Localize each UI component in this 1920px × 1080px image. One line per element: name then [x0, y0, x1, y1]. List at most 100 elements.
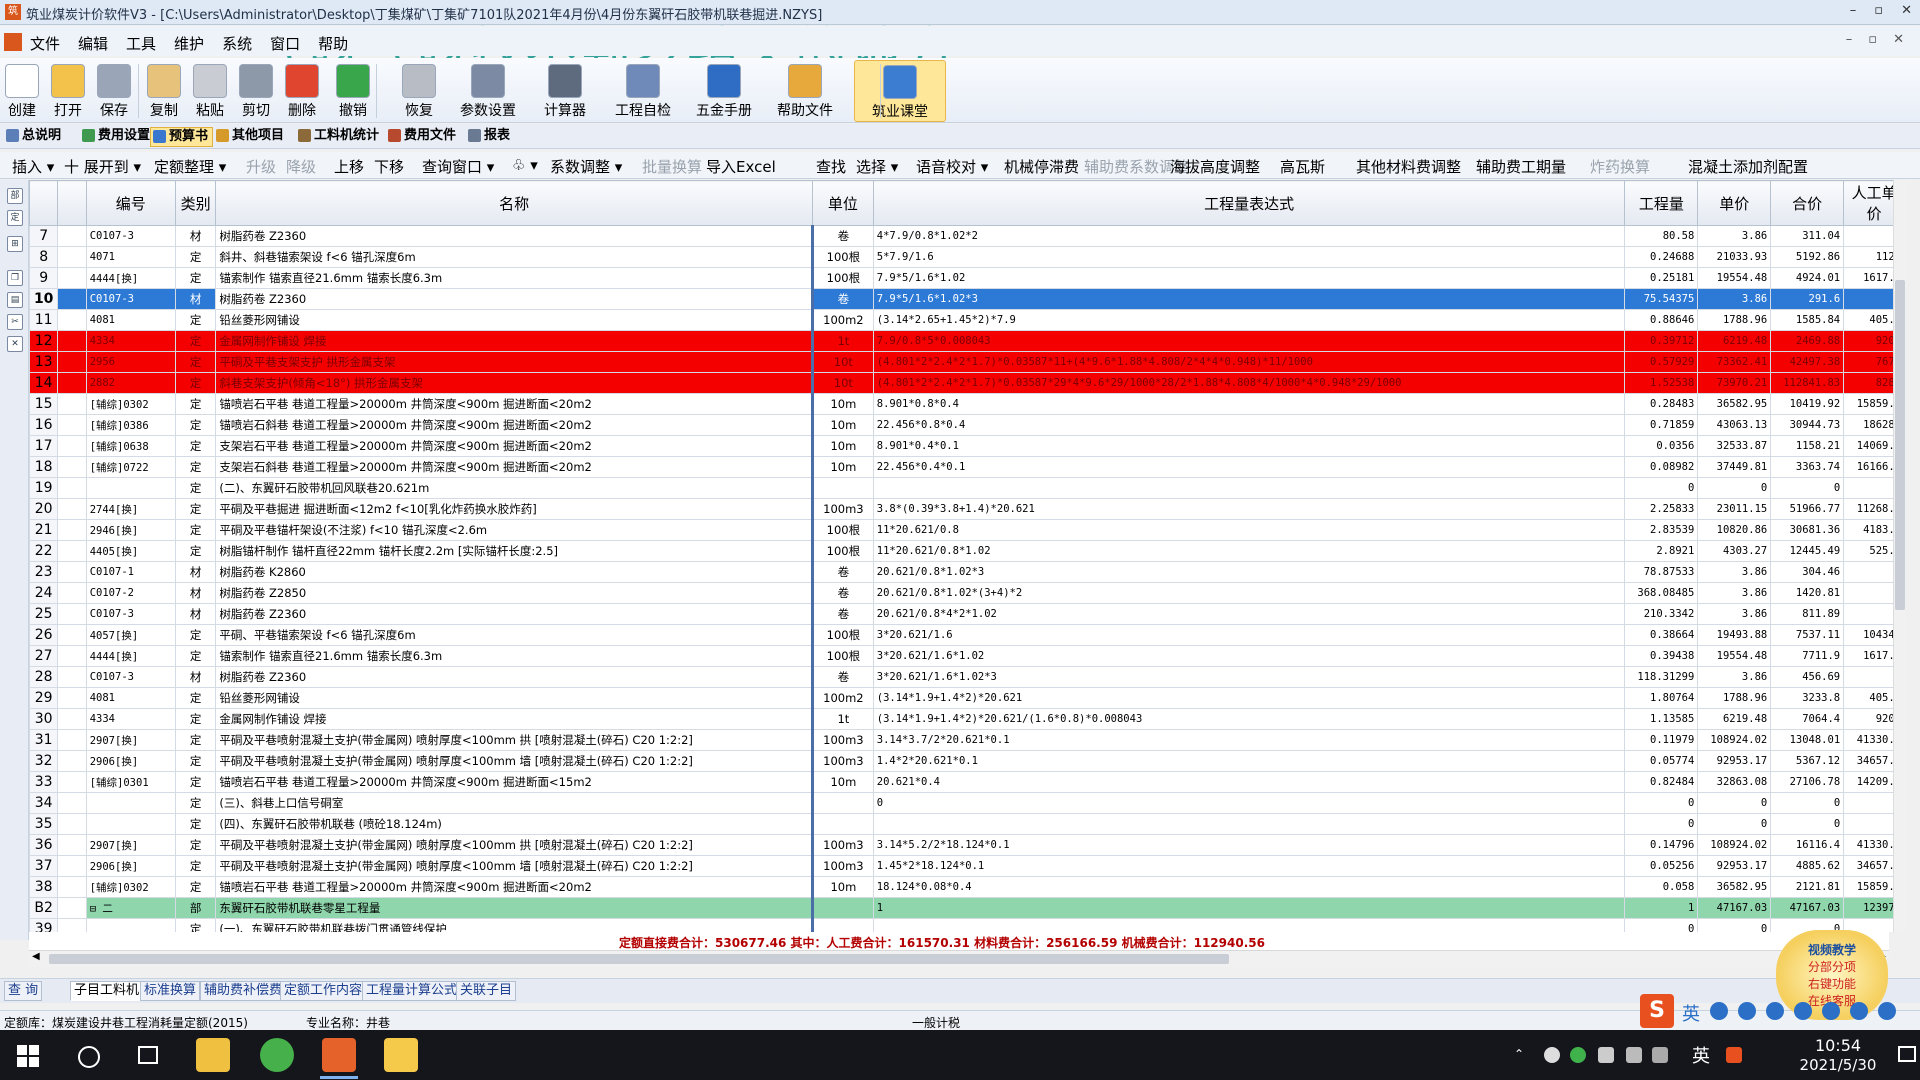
cell-name[interactable]: 树脂锚杆制作 锚杆直径22mm 锚杆长度2.2m [实际锚杆长度:2.5] [215, 540, 814, 562]
cell-qty[interactable]: 0.14796 [1624, 834, 1699, 856]
cell-code[interactable]: 4334 [85, 708, 176, 730]
cell-tree[interactable] [57, 456, 87, 478]
header-unit[interactable]: 单位 [812, 180, 874, 226]
cell-unit[interactable]: 10m [812, 435, 874, 457]
cell-price[interactable]: 10820.86 [1697, 519, 1772, 541]
cell-type[interactable]: 定 [174, 477, 217, 499]
cell-unit[interactable]: 10t [812, 372, 874, 394]
cell-tree[interactable] [57, 834, 87, 856]
cell-code[interactable]: [辅综]0638 [85, 435, 176, 457]
cell-expr[interactable]: 1.4*2*20.621*0.1 [872, 750, 1626, 772]
command-2[interactable]: 定额整理 ▾ [154, 156, 226, 177]
cell-code[interactable]: 4444[换] [85, 645, 176, 667]
cell-total[interactable]: 30944.73 [1770, 414, 1845, 436]
cell-n[interactable]: 26 [29, 624, 59, 646]
toolbar-button-13[interactable]: 帮助文件 [762, 60, 848, 120]
cell-tree[interactable] [57, 813, 87, 835]
cell-name[interactable]: 树脂药卷 Z2360 [215, 225, 814, 247]
cell-name[interactable]: 树脂药卷 K2860 [215, 561, 814, 583]
table-row[interactable]: 33 [辅综]0301 定锚喷岩石平巷 巷道工程量>20000m 井筒深度<900m… [29, 771, 1905, 793]
cell-name[interactable]: 平硐及平巷喷射混凝土支护(带金属网) 喷射厚度<100mm 拱 [喷射混凝土(碎… [215, 834, 814, 856]
cell-tree[interactable] [57, 582, 87, 604]
cell-tree[interactable] [57, 666, 87, 688]
table-row[interactable]: 8 4071 定斜井、斜巷锚索架设 f<6 锚孔深度6m 100根 5*7.9/1.6 0… [29, 246, 1905, 268]
cell-type[interactable]: 定 [174, 372, 217, 394]
cell-type[interactable]: 定 [174, 519, 217, 541]
cell-code[interactable]: 2906[换] [85, 750, 176, 772]
cell-n[interactable]: B2 [29, 897, 59, 919]
cell-total[interactable]: 3363.74 [1770, 456, 1845, 478]
cell-unit[interactable]: 10m [812, 456, 874, 478]
cell-type[interactable]: 部 [174, 897, 217, 919]
cell-tree[interactable] [57, 330, 87, 352]
table-row[interactable]: B2 ⊟ 二部东翼矸石胶带机联巷零星工程量 1 1 47167.03 47167.03 12… [29, 897, 1905, 919]
cell-type[interactable]: 材 [174, 561, 217, 583]
cell-total[interactable]: 4885.62 [1770, 855, 1845, 877]
cell-qty[interactable]: 0.39438 [1624, 645, 1699, 667]
cell-expr[interactable]: 0 [872, 792, 1626, 814]
cell-type[interactable]: 定 [174, 309, 217, 331]
delete-row-icon[interactable]: ✕ [7, 336, 23, 352]
cell-unit[interactable]: 100根 [812, 519, 874, 541]
cell-total[interactable]: 5367.12 [1770, 750, 1845, 772]
cell-unit[interactable]: 卷 [812, 225, 874, 247]
cell-price[interactable]: 19493.88 [1697, 624, 1772, 646]
cell-n[interactable]: 36 [29, 834, 59, 856]
menu-item-5[interactable]: 窗口 [270, 33, 300, 54]
cell-expr[interactable]: 3.14*3.7/2*20.621*0.1 [872, 729, 1626, 751]
cell-unit[interactable] [812, 918, 874, 932]
command-0[interactable]: 插入 ▾ [12, 156, 54, 177]
cell-unit[interactable]: 10m [812, 393, 874, 415]
cell-qty[interactable]: 80.58 [1624, 225, 1699, 247]
menu-item-4[interactable]: 系统 [222, 33, 252, 54]
cell-type[interactable]: 定 [174, 813, 217, 835]
cell-unit[interactable]: 10m [812, 414, 874, 436]
cell-unit[interactable]: 100m3 [812, 855, 874, 877]
cell-expr[interactable]: 7.9/0.8*5*0.008043 [872, 330, 1626, 352]
cell-name[interactable]: 树脂药卷 Z2360 [215, 288, 814, 310]
scroll-left-icon[interactable]: ◀ [32, 951, 40, 962]
toolbar-button-6[interactable]: 删除 [280, 60, 324, 120]
cell-expr[interactable]: 11*20.621/0.8 [872, 519, 1626, 541]
cell-expr[interactable]: 8.901*0.8*0.4 [872, 393, 1626, 415]
cell-tree[interactable] [57, 519, 87, 541]
cell-tree[interactable] [57, 708, 87, 730]
cell-expr[interactable]: 18.124*0.08*0.4 [872, 876, 1626, 898]
cell-total[interactable]: 112841.83 [1770, 372, 1845, 394]
cell-type[interactable]: 定 [174, 393, 217, 415]
cell-unit[interactable]: 100m3 [812, 750, 874, 772]
table-row[interactable]: 32 2906[换] 定平硐及平巷喷射混凝土支护(带金属网) 喷射厚度<100mm … [29, 750, 1905, 772]
cell-unit[interactable]: 1t [812, 330, 874, 352]
cell-code[interactable]: [辅综]0302 [85, 393, 176, 415]
cell-name[interactable]: (一)、东翼矸石胶带机联巷拨门贯通管线保护 [215, 918, 814, 932]
cell-total[interactable]: 10419.92 [1770, 393, 1845, 415]
cell-qty[interactable]: 0.39712 [1624, 330, 1699, 352]
cell-qty[interactable]: 1.80764 [1624, 687, 1699, 709]
cell-n[interactable]: 33 [29, 771, 59, 793]
cell-code[interactable]: ⊟ 二 [85, 897, 176, 919]
cell-qty[interactable]: 0 [1624, 813, 1699, 835]
cell-total[interactable]: 12445.49 [1770, 540, 1845, 562]
cell-unit[interactable]: 卷 [812, 288, 874, 310]
cell-price[interactable]: 73970.21 [1697, 372, 1772, 394]
cell-type[interactable]: 定 [174, 645, 217, 667]
feature-tab-0[interactable]: 总说明 [4, 127, 65, 145]
toolbar-button-12[interactable]: 五金手册 [686, 60, 762, 120]
cell-n[interactable]: 27 [29, 645, 59, 667]
table-row[interactable]: 27 4444[换] 定锚索制作 锚索直径21.6mm 锚索长度6.3m 100根 3*… [29, 645, 1905, 667]
cell-qty[interactable]: 368.08485 [1624, 582, 1699, 604]
cell-name[interactable]: 斜井、斜巷锚索架设 f<6 锚孔深度6m [215, 246, 814, 268]
table-row[interactable]: 30 4334 定金属网制作铺设 焊接 1t (3.14*1.9+1.4*2)*20.6… [29, 708, 1905, 730]
cell-qty[interactable]: 2.8921 [1624, 540, 1699, 562]
cell-total[interactable]: 2121.81 [1770, 876, 1845, 898]
command-22[interactable]: 混凝土添加剂配置 [1688, 156, 1808, 177]
cell-name[interactable]: 平硐、平巷锚索架设 f<6 锚孔深度6m [215, 624, 814, 646]
cell-price[interactable]: 3.86 [1697, 582, 1772, 604]
cell-qty[interactable]: 0 [1624, 792, 1699, 814]
cell-tree[interactable] [57, 498, 87, 520]
cell-name[interactable]: 树脂药卷 Z2360 [215, 666, 814, 688]
cell-tree[interactable] [57, 309, 87, 331]
mdi-restore-icon[interactable]: ▫ [1868, 32, 1877, 47]
cell-total[interactable]: 13048.01 [1770, 729, 1845, 751]
cell-name[interactable]: 平硐及平巷锚杆架设(不注浆) f<10 锚孔深度<2.6m [215, 519, 814, 541]
